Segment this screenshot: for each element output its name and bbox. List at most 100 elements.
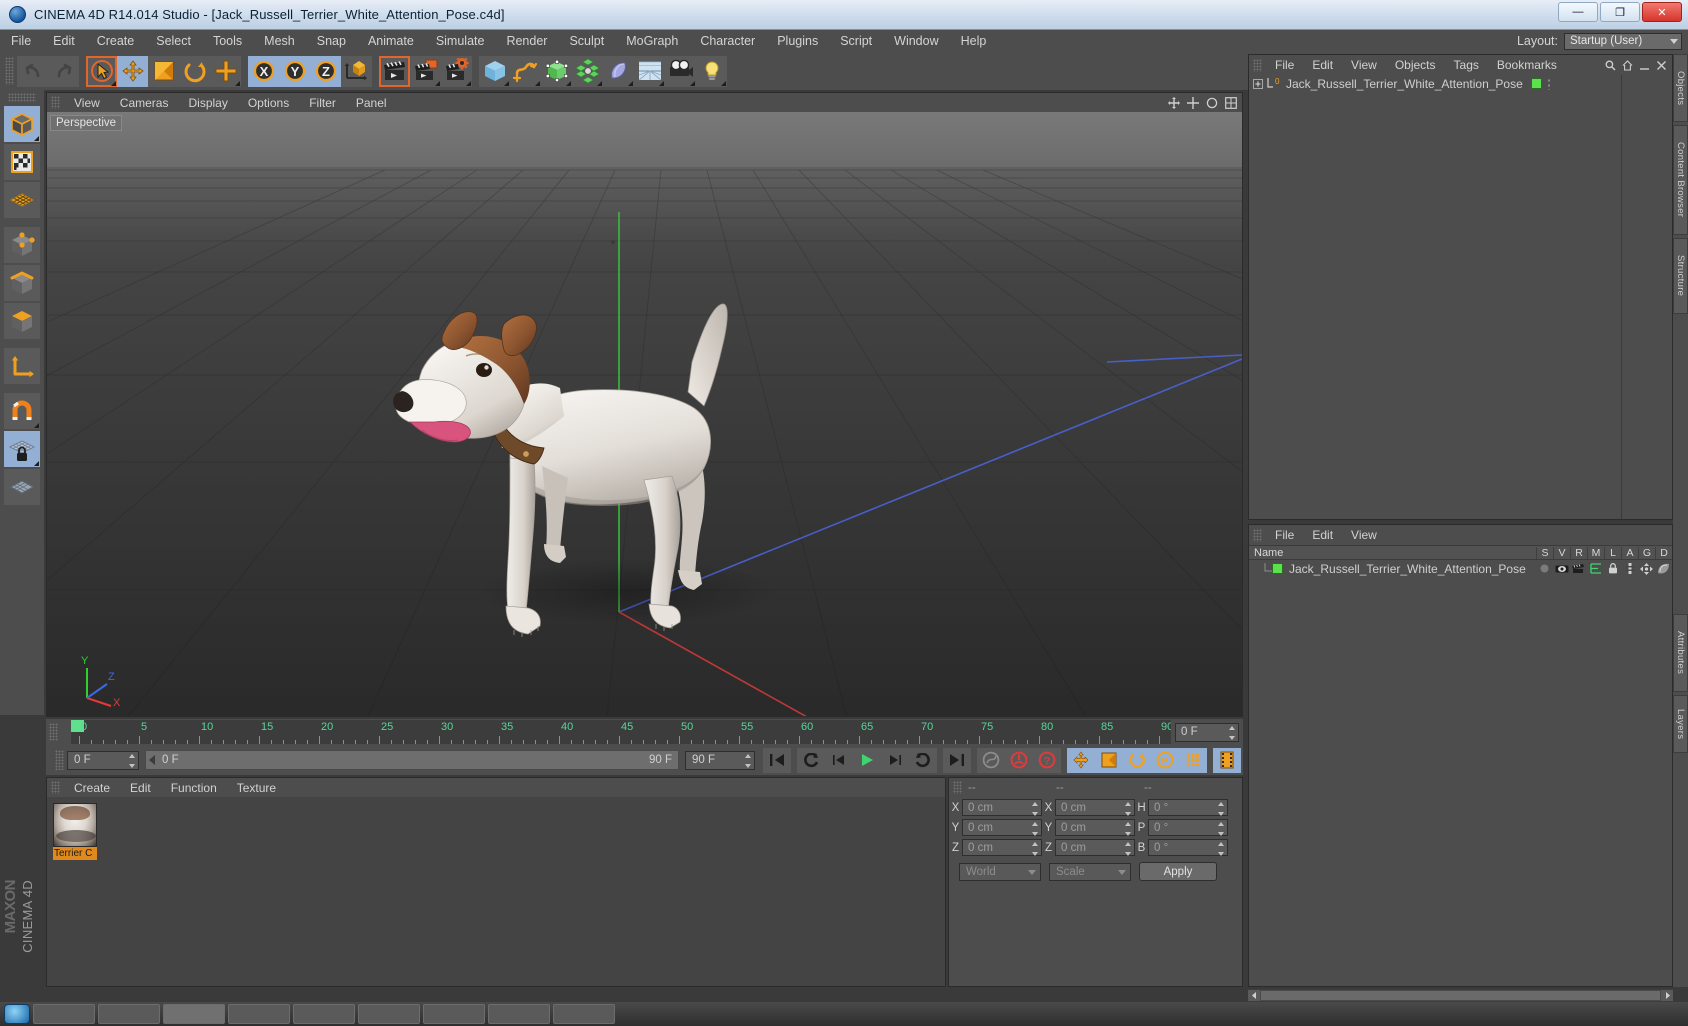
- object-menu-bookmarks[interactable]: Bookmarks: [1488, 58, 1566, 72]
- menu-item-script[interactable]: Script: [829, 30, 883, 52]
- enable-snap-button[interactable]: [4, 393, 40, 429]
- add-nurbs-button[interactable]: [541, 55, 572, 87]
- pos-x-spinner[interactable]: [1031, 802, 1039, 816]
- rot-h-spinner[interactable]: [1217, 802, 1225, 816]
- points-mode-button[interactable]: [4, 227, 40, 263]
- minimize-button[interactable]: —: [1558, 2, 1598, 22]
- menu-item-create[interactable]: Create: [86, 30, 146, 52]
- layer-solo-icon[interactable]: [1536, 562, 1553, 576]
- layout-dropdown[interactable]: Startup (User): [1564, 32, 1682, 50]
- timeline-ruler[interactable]: 0 5 10 15 20 25 30 35 40 45 50 55 60 65 70 75 80 85 90: [71, 720, 1171, 744]
- key-pla-button[interactable]: [1179, 747, 1207, 773]
- menu-item-character[interactable]: Character: [689, 30, 766, 52]
- taskbar-item[interactable]: [553, 1004, 615, 1024]
- material-menu-texture[interactable]: Texture: [227, 781, 286, 795]
- world-object-axis-button[interactable]: [341, 55, 372, 87]
- menu-item-snap[interactable]: Snap: [306, 30, 357, 52]
- layer-column-l[interactable]: L: [1604, 546, 1621, 559]
- timeline-end-field[interactable]: 0 F: [1175, 722, 1239, 742]
- taskbar-item[interactable]: [98, 1004, 160, 1024]
- perspective-viewport[interactable]: View Cameras Display Options Filter Pane…: [46, 92, 1243, 717]
- viewport-grip[interactable]: [51, 96, 60, 109]
- add-array-button[interactable]: [572, 55, 603, 87]
- material-grip[interactable]: [51, 781, 60, 794]
- menu-item-mesh[interactable]: Mesh: [253, 30, 306, 52]
- object-menu-objects[interactable]: Objects: [1386, 58, 1445, 72]
- close-icon[interactable]: [1656, 60, 1667, 71]
- autokeying-button[interactable]: [977, 747, 1005, 773]
- undo-button[interactable]: [17, 55, 48, 87]
- viewport-menu-display[interactable]: Display: [178, 96, 237, 110]
- layer-render-icon[interactable]: [1570, 562, 1587, 576]
- move-viewport-icon[interactable]: [1168, 96, 1180, 109]
- redo-button[interactable]: [48, 55, 79, 87]
- taskbar-item[interactable]: [488, 1004, 550, 1024]
- start-button[interactable]: [4, 1004, 30, 1024]
- search-icon[interactable]: [1605, 60, 1616, 71]
- rot-h-field[interactable]: 0 °: [1148, 799, 1228, 816]
- texture-mode-button[interactable]: [4, 144, 40, 180]
- object-grip[interactable]: [1253, 58, 1262, 72]
- menu-item-window[interactable]: Window: [883, 30, 949, 52]
- coordinate-system-dropdown[interactable]: World: [959, 862, 1041, 881]
- powerslider-track[interactable]: 0 F 90 F: [145, 750, 679, 770]
- layer-grip[interactable]: [1253, 528, 1262, 542]
- key-position-button[interactable]: [1067, 747, 1095, 773]
- render-region-button[interactable]: [410, 55, 441, 87]
- minimize-icon[interactable]: [1639, 60, 1650, 71]
- rot-b-spinner[interactable]: [1217, 842, 1225, 856]
- add-environment-button[interactable]: [634, 55, 665, 87]
- menu-item-simulate[interactable]: Simulate: [425, 30, 496, 52]
- coordinates-grip[interactable]: [953, 781, 962, 794]
- maximize-button[interactable]: ❐: [1600, 2, 1640, 22]
- timeline-end-spinner[interactable]: [1228, 725, 1236, 740]
- menu-item-file[interactable]: File: [0, 30, 42, 52]
- pos-y-field[interactable]: 0 cm: [962, 819, 1042, 836]
- scale-tool[interactable]: [148, 55, 179, 87]
- layer-lock-icon[interactable]: [1604, 562, 1621, 576]
- layer-column-d[interactable]: D: [1655, 546, 1672, 559]
- menu-item-plugins[interactable]: Plugins: [766, 30, 829, 52]
- taskbar-item[interactable]: [163, 1004, 225, 1024]
- material-menu-function[interactable]: Function: [161, 781, 227, 795]
- pos-z-spinner[interactable]: [1031, 842, 1039, 856]
- layer-color-swatch[interactable]: [1272, 563, 1283, 574]
- material-preview-swatch[interactable]: [53, 803, 97, 847]
- menu-item-render[interactable]: Render: [495, 30, 558, 52]
- rotate-tool[interactable]: [179, 55, 210, 87]
- size-y-field[interactable]: 0 cm: [1055, 819, 1135, 836]
- taskbar-item[interactable]: [293, 1004, 355, 1024]
- lock-z-axis[interactable]: Z: [310, 55, 341, 87]
- viewport-menu-panel[interactable]: Panel: [346, 96, 397, 110]
- object-menu-tags[interactable]: Tags: [1445, 58, 1488, 72]
- taskbar-item[interactable]: [228, 1004, 290, 1024]
- expand-plus-icon[interactable]: [1253, 78, 1263, 89]
- polygons-mode-button[interactable]: [4, 303, 40, 339]
- object-row[interactable]: 0 Jack_Russell_Terrier_White_Attention_P…: [1249, 75, 1672, 92]
- add-tool-button[interactable]: [210, 55, 241, 87]
- close-button[interactable]: ✕: [1642, 2, 1682, 22]
- taskbar-item[interactable]: [423, 1004, 485, 1024]
- menu-item-animate[interactable]: Animate: [357, 30, 425, 52]
- lock-x-axis[interactable]: X: [248, 55, 279, 87]
- lock-workplane-button[interactable]: [4, 431, 40, 467]
- scroll-right-icon[interactable]: [1661, 990, 1673, 1001]
- record-active-objects-button[interactable]: [1005, 747, 1033, 773]
- viewport-menu-filter[interactable]: Filter: [299, 96, 346, 110]
- play-button[interactable]: [853, 747, 881, 773]
- material-menu-create[interactable]: Create: [64, 781, 120, 795]
- menu-item-tools[interactable]: Tools: [202, 30, 253, 52]
- add-camera-button[interactable]: [665, 55, 696, 87]
- layer-row[interactable]: Jack_Russell_Terrier_White_Attention_Pos…: [1249, 560, 1672, 577]
- add-light-button[interactable]: [696, 55, 727, 87]
- rot-b-field[interactable]: 0 °: [1148, 839, 1228, 856]
- left-toolbar-grip[interactable]: [8, 93, 36, 102]
- object-visibility-dot[interactable]: [1530, 78, 1542, 89]
- layer-visible-icon[interactable]: [1553, 562, 1570, 576]
- step-back-button[interactable]: [825, 747, 853, 773]
- scale-viewport-icon[interactable]: [1187, 96, 1199, 109]
- previous-key-button[interactable]: [797, 747, 825, 773]
- size-z-field[interactable]: 0 cm: [1055, 839, 1135, 856]
- key-parameter-button[interactable]: P: [1151, 747, 1179, 773]
- record-button[interactable]: ?: [1033, 747, 1061, 773]
